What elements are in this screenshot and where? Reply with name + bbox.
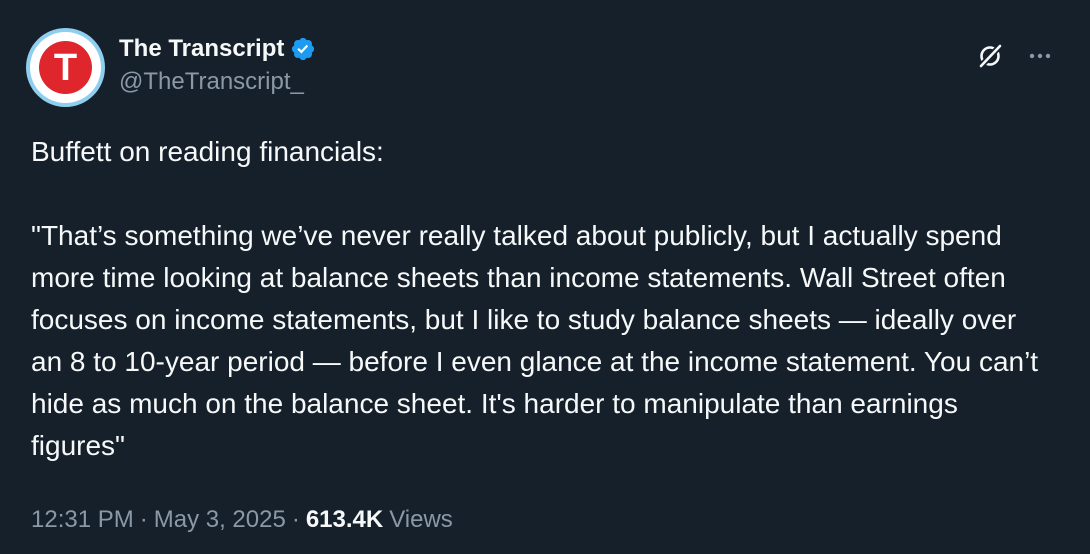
author-identity: The Transcript @TheTranscript_ xyxy=(119,32,316,96)
tweet-quote: "That’s something we’ve never really tal… xyxy=(31,220,1046,461)
tweet-meta: 12:31 PM · May 3, 2025 · 613.4K Views xyxy=(31,506,453,534)
more-options-icon[interactable] xyxy=(1026,42,1054,70)
tweet-time[interactable]: 12:31 PM xyxy=(31,506,134,534)
tweet-actions xyxy=(976,42,1054,70)
meta-separator: · xyxy=(139,506,148,533)
author-display-name[interactable]: The Transcript xyxy=(119,35,284,63)
author-handle[interactable]: @TheTranscript_ xyxy=(119,68,316,96)
avatar[interactable]: T xyxy=(26,28,105,107)
name-row: The Transcript xyxy=(119,32,316,66)
tweet-intro: Buffett on reading financials: xyxy=(31,136,384,167)
tweet-header: T The Transcript @TheTranscript_ xyxy=(26,28,1054,108)
tweet-card: T The Transcript @TheTranscript_ Buffett… xyxy=(0,0,1090,554)
tweet-body: Buffett on reading financials: "That’s s… xyxy=(31,131,1050,467)
verified-badge-icon[interactable] xyxy=(290,36,316,62)
tweet-date[interactable]: May 3, 2025 xyxy=(154,506,286,534)
meta-separator: · xyxy=(291,506,300,533)
views-count[interactable]: 613.4K xyxy=(306,506,383,534)
avatar-logo: T xyxy=(39,41,92,94)
grok-icon[interactable] xyxy=(976,42,1004,70)
views-label[interactable]: Views xyxy=(389,506,453,534)
avatar-ring: T xyxy=(30,32,101,103)
